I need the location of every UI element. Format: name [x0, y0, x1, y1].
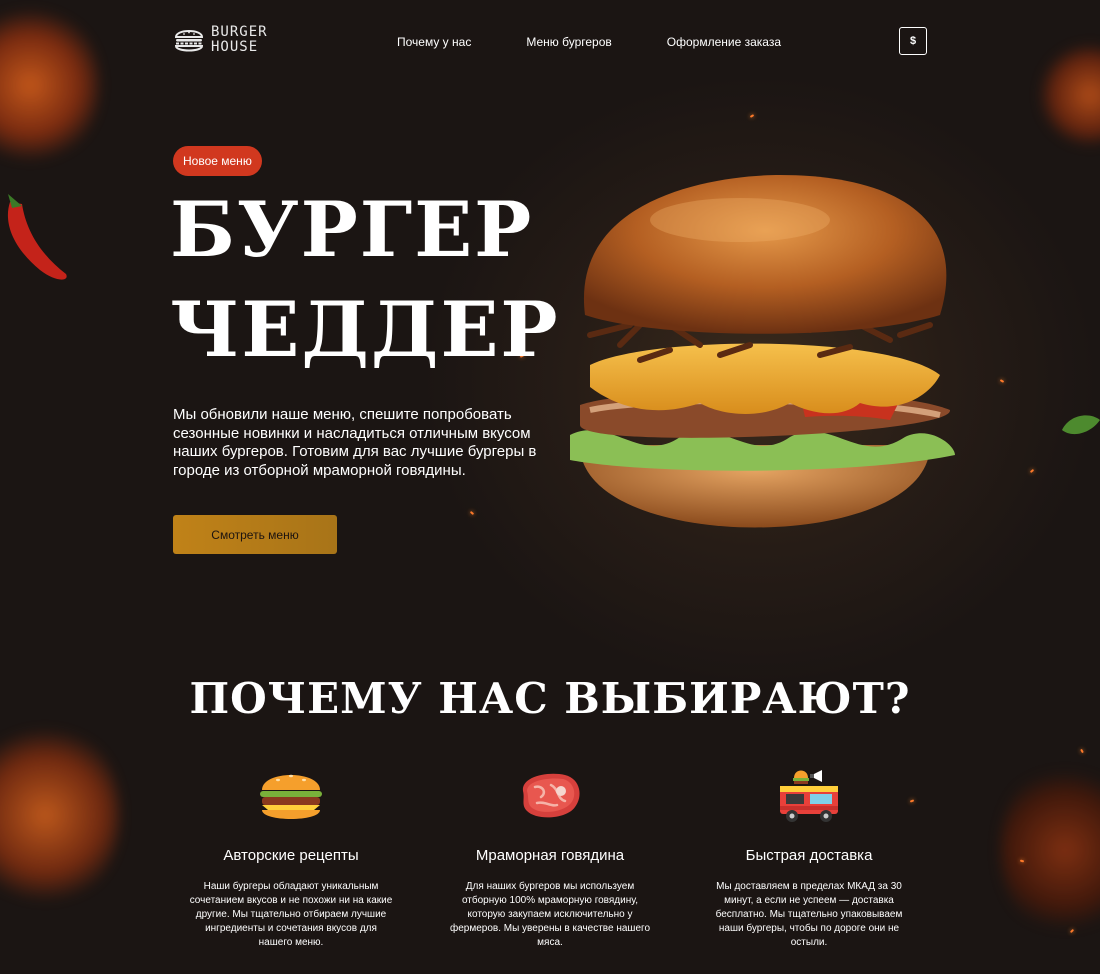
steak-icon: [522, 773, 580, 818]
nav-link-order[interactable]: Оформление заказа: [667, 35, 781, 49]
nav-link-why-us[interactable]: Почему у нас: [397, 35, 471, 49]
feature-title: Быстрая доставка: [745, 847, 873, 864]
currency-button[interactable]: $: [899, 27, 927, 55]
feature-title: Авторские рецепты: [223, 847, 359, 864]
feature-card: Быстрая доставка Мы доставляем в предела…: [689, 765, 929, 950]
view-menu-button[interactable]: Смотреть меню: [173, 515, 337, 554]
hero-title-line-1: БУРГЕР: [170, 185, 534, 274]
ember-decoration: [1029, 468, 1035, 474]
hero-title-line-2: ЧЕДДЕР: [170, 285, 560, 374]
main-nav: Почему у нас Меню бургеров Оформление за…: [397, 35, 781, 49]
feature-card: Авторские рецепты Наши бургеры обладают …: [171, 765, 411, 950]
leaf-icon: [1062, 415, 1100, 435]
feature-text: Наши бургеры обладают уникальным сочетан…: [189, 881, 393, 948]
new-menu-badge: Новое меню: [173, 146, 262, 176]
feature-title: Мраморная говядина: [475, 847, 625, 864]
burger-logo-icon: [174, 30, 204, 52]
ember-decoration: [999, 379, 1005, 383]
site-header: BURGER HOUSE Почему у нас Меню бургеров …: [173, 24, 927, 60]
ember-decoration: [469, 510, 475, 516]
logo-text: BURGER HOUSE: [211, 25, 268, 55]
hero-title: БУРГЕР ЧЕДДЕР: [170, 180, 560, 380]
chili-pepper-icon: [7, 194, 67, 280]
feature-card: Мраморная говядина Для наших бургеров мы…: [430, 765, 670, 950]
nav-link-menu[interactable]: Меню бургеров: [526, 35, 611, 49]
flame-decoration: [0, 720, 120, 910]
hero-description: Мы обновили наше меню, спешите попробова…: [173, 406, 537, 479]
logo[interactable]: BURGER HOUSE: [173, 24, 268, 56]
flame-decoration: [0, 0, 100, 170]
ember-decoration: [1080, 748, 1084, 754]
landing-page: BURGER HOUSE Почему у нас Меню бургеров …: [0, 0, 1100, 974]
burger-icon: [260, 774, 322, 819]
food-truck-icon: [780, 770, 838, 822]
logo-line-2: HOUSE: [211, 39, 259, 55]
flame-decoration: [1040, 40, 1100, 150]
logo-line-1: BURGER: [211, 24, 268, 40]
why-section-title: ПОЧЕМУ НАС ВЫБИРАЮТ?: [189, 674, 911, 723]
feature-text: Мы доставляем в пределах МКАД за 30 мину…: [715, 881, 903, 948]
feature-text: Для наших бургеров мы используем отборну…: [449, 881, 651, 948]
flame-decoration: [1000, 760, 1100, 940]
burger-image: [570, 175, 955, 528]
ember-decoration: [749, 114, 755, 118]
